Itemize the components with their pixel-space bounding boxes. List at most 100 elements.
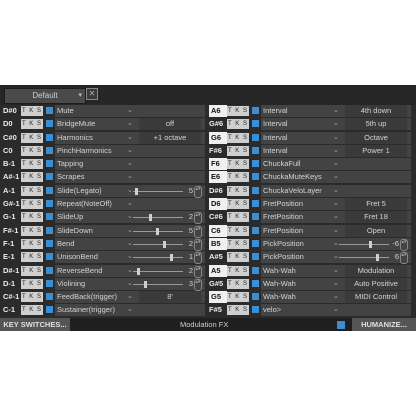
articulation-dropdown[interactable]: UnisonBend ⌄ 1 ▴▾: [55, 251, 205, 265]
articulation-dropdown[interactable]: Violining ⌄ 3 ▴▾: [55, 277, 205, 291]
spinner-icon[interactable]: ▴▾: [194, 278, 202, 291]
articulation-dropdown[interactable]: ChuckaFull ⌄: [261, 158, 411, 171]
tks-toggle[interactable]: T K S: [21, 305, 43, 316]
spinner-icon[interactable]: ▴▾: [194, 238, 202, 251]
enable-checkbox[interactable]: [252, 239, 259, 247]
tks-toggle[interactable]: T K S: [227, 185, 249, 196]
enable-checkbox[interactable]: [252, 173, 259, 181]
enable-checkbox[interactable]: [252, 200, 259, 208]
preset-dropdown[interactable]: Default ▾: [4, 88, 86, 104]
articulation-dropdown[interactable]: SlideUp ⌄ 2 ▴▾: [55, 211, 205, 225]
tks-toggle[interactable]: T K S: [227, 252, 249, 263]
enable-checkbox[interactable]: [46, 200, 53, 208]
tks-toggle[interactable]: T K S: [227, 292, 249, 303]
parameter-value[interactable]: Fret 5: [345, 198, 407, 211]
parameter-value[interactable]: Auto Positive: [345, 277, 407, 290]
tks-toggle[interactable]: T K S: [227, 145, 249, 156]
enable-checkbox[interactable]: [46, 120, 53, 128]
tks-toggle[interactable]: T K S: [227, 238, 249, 249]
articulation-dropdown[interactable]: Wah-Wah ⌄ MIDI Control: [261, 291, 411, 304]
parameter-slider[interactable]: [133, 227, 183, 235]
slider-handle[interactable]: [137, 267, 140, 275]
parameter-slider[interactable]: [339, 254, 389, 262]
enable-checkbox[interactable]: [46, 266, 53, 274]
parameter-slider[interactable]: [133, 240, 183, 248]
articulation-dropdown[interactable]: Wah-Wah ⌄ Auto Positive: [261, 277, 411, 290]
tks-toggle[interactable]: T K S: [227, 132, 249, 143]
articulation-dropdown[interactable]: SlideDown ⌄ 5 ▴▾: [55, 224, 205, 238]
tks-toggle[interactable]: T K S: [21, 225, 43, 236]
slider-handle[interactable]: [149, 214, 152, 222]
enable-checkbox[interactable]: [252, 186, 259, 194]
articulation-dropdown[interactable]: Tapping ⌄: [55, 158, 205, 171]
tks-toggle[interactable]: T K S: [21, 212, 43, 223]
articulation-dropdown[interactable]: PickPosition ⌄ 6 ▴▾: [261, 251, 411, 265]
articulation-dropdown[interactable]: FretPosition ⌄ Fret 18: [261, 211, 411, 224]
enable-checkbox[interactable]: [252, 226, 259, 234]
enable-checkbox[interactable]: [46, 146, 53, 154]
tks-toggle[interactable]: T K S: [227, 278, 249, 289]
enable-checkbox[interactable]: [252, 213, 259, 221]
tks-toggle[interactable]: T K S: [21, 252, 43, 263]
parameter-slider[interactable]: [133, 187, 183, 195]
tks-toggle[interactable]: T K S: [227, 106, 249, 116]
articulation-dropdown[interactable]: Harmonics ⌄ +1 octave: [55, 131, 205, 144]
tks-toggle[interactable]: T K S: [227, 265, 249, 276]
enable-checkbox[interactable]: [252, 107, 259, 114]
enable-checkbox[interactable]: [252, 266, 259, 274]
articulation-dropdown[interactable]: Scrapes ⌄: [55, 171, 205, 184]
tks-toggle[interactable]: T K S: [227, 159, 249, 170]
slider-handle[interactable]: [163, 240, 166, 248]
tks-toggle[interactable]: T K S: [21, 278, 43, 289]
enable-checkbox[interactable]: [252, 133, 259, 141]
enable-checkbox[interactable]: [46, 213, 53, 221]
tks-toggle[interactable]: T K S: [21, 159, 43, 170]
articulation-dropdown[interactable]: Sustainer(trigger) ⌄: [55, 304, 205, 317]
enable-checkbox[interactable]: [46, 253, 53, 261]
tks-toggle[interactable]: T K S: [227, 305, 249, 316]
parameter-slider[interactable]: [133, 254, 183, 262]
enable-checkbox[interactable]: [46, 279, 53, 287]
parameter-value[interactable]: Fret 18: [345, 211, 407, 224]
parameter-value[interactable]: off: [139, 118, 201, 131]
spinner-icon[interactable]: ▴▾: [194, 265, 202, 278]
spinner-icon[interactable]: ▴▾: [194, 252, 202, 265]
parameter-value[interactable]: 4th down: [345, 105, 407, 117]
parameter-value[interactable]: Power 1: [345, 144, 407, 157]
enable-checkbox[interactable]: [252, 120, 259, 128]
humanize-button[interactable]: HUMANIZE...: [352, 318, 416, 331]
parameter-value[interactable]: 8': [139, 291, 201, 304]
articulation-dropdown[interactable]: ReverseBend ⌄ 2 ▴▾: [55, 264, 205, 278]
enable-checkbox[interactable]: [252, 160, 259, 168]
tks-toggle[interactable]: T K S: [21, 265, 43, 276]
enable-checkbox[interactable]: [46, 107, 53, 114]
tks-toggle[interactable]: T K S: [227, 119, 249, 130]
parameter-slider[interactable]: [133, 280, 183, 288]
parameter-value[interactable]: Modulation: [345, 264, 407, 277]
articulation-dropdown[interactable]: FretPosition ⌄ Open: [261, 224, 411, 237]
articulation-dropdown[interactable]: Interval ⌄ 5th up: [261, 118, 411, 131]
articulation-dropdown[interactable]: Mute ⌄: [55, 105, 205, 117]
articulation-dropdown[interactable]: PickPosition ⌄ -6 ▴▾: [261, 237, 411, 251]
articulation-dropdown[interactable]: FretPosition ⌄ Fret 5: [261, 198, 411, 211]
modulation-fx-toggle[interactable]: [337, 321, 345, 329]
parameter-value[interactable]: Open: [345, 224, 407, 237]
tks-toggle[interactable]: T K S: [227, 199, 249, 210]
enable-checkbox[interactable]: [252, 279, 259, 287]
enable-checkbox[interactable]: [46, 293, 53, 301]
articulation-dropdown[interactable]: FeedBack(trigger) ⌄ 8': [55, 291, 205, 304]
spinner-icon[interactable]: ▴▾: [194, 225, 202, 238]
enable-checkbox[interactable]: [46, 239, 53, 247]
parameter-slider[interactable]: [133, 214, 183, 222]
parameter-slider[interactable]: [339, 240, 389, 248]
tks-toggle[interactable]: T K S: [21, 185, 43, 196]
tks-toggle[interactable]: T K S: [227, 225, 249, 236]
enable-checkbox[interactable]: [46, 173, 53, 181]
slider-handle[interactable]: [376, 254, 379, 262]
close-icon[interactable]: ✕: [86, 88, 98, 100]
slider-handle[interactable]: [156, 227, 159, 235]
parameter-value[interactable]: 5th up: [345, 118, 407, 131]
articulation-dropdown[interactable]: velo> ⌄: [261, 304, 411, 317]
articulation-dropdown[interactable]: Interval ⌄ 4th down: [261, 105, 411, 117]
articulation-dropdown[interactable]: Interval ⌄ Octave: [261, 131, 411, 144]
